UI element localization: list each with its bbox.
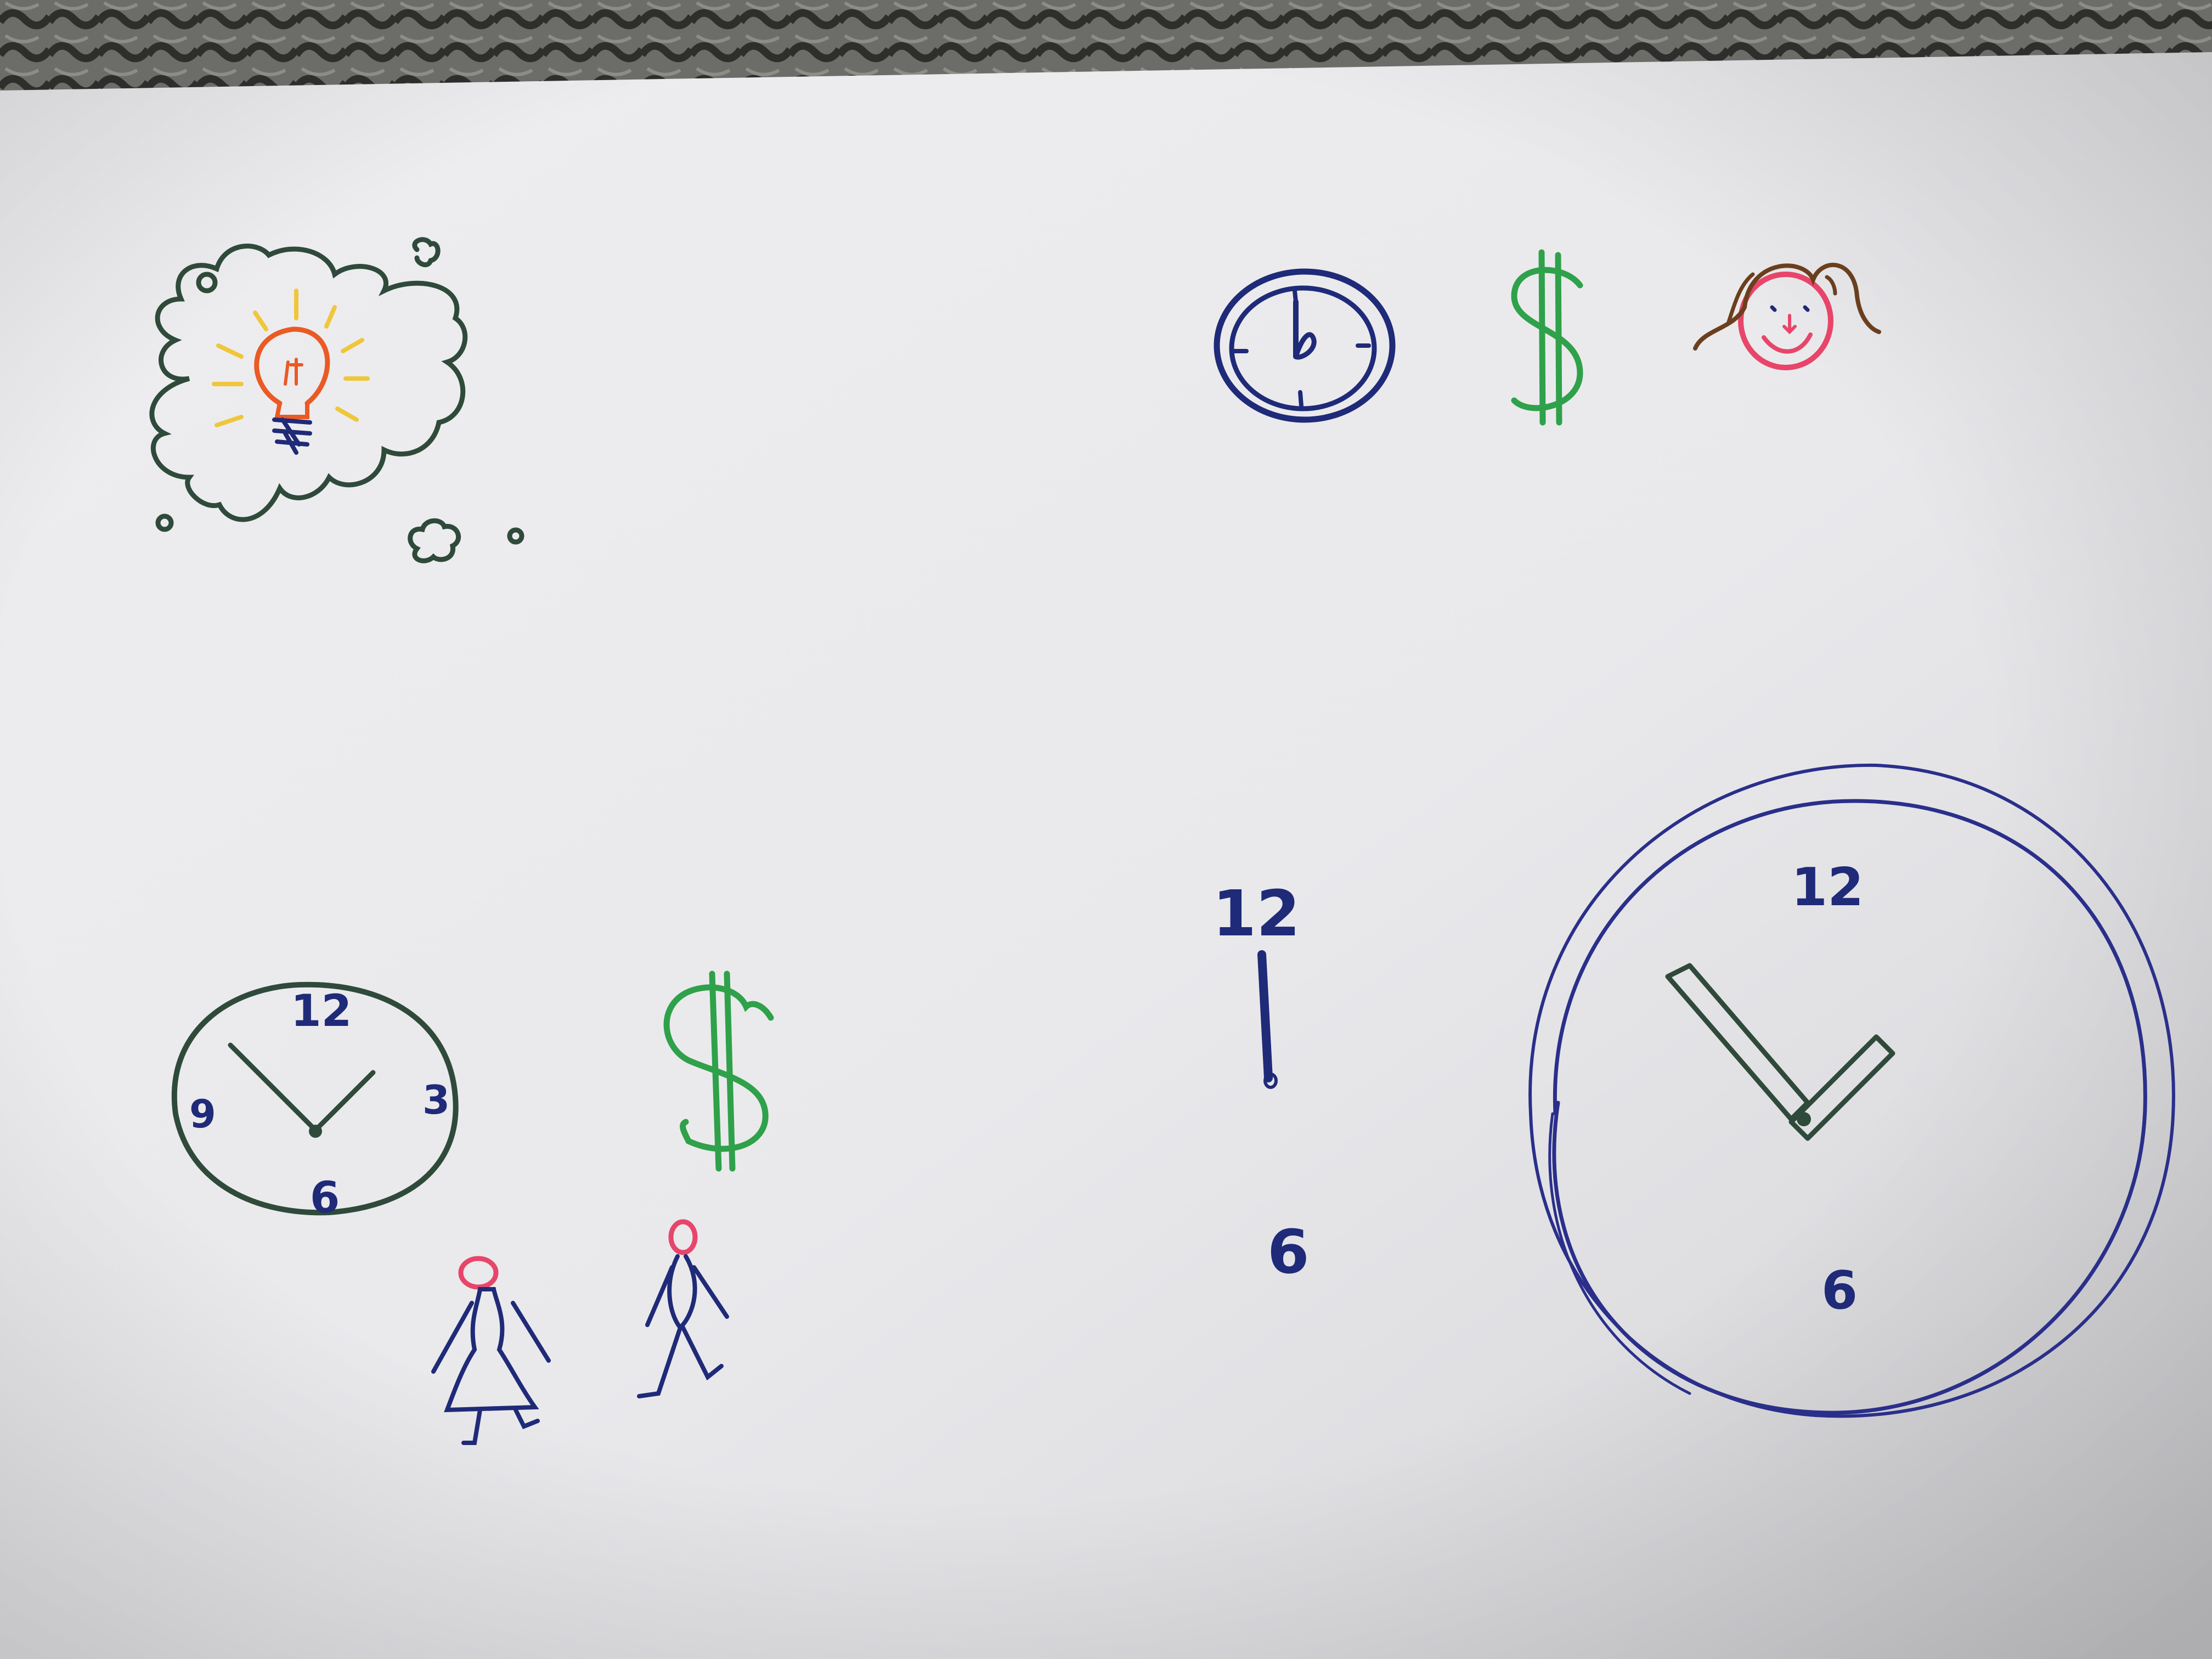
large-clock-label-6: 6 — [1821, 1261, 1858, 1321]
dial-label-12: 12 — [1212, 877, 1300, 951]
clock-label-3: 3 — [422, 1077, 450, 1123]
clock-label-9: 9 — [189, 1092, 216, 1137]
dial-label-6: 6 — [1267, 1217, 1310, 1287]
large-clock-label-12: 12 — [1791, 857, 1864, 918]
clock-label-12: 12 — [291, 985, 352, 1036]
paper-shading — [0, 52, 2212, 1659]
drawing-photo: 12 3 6 9 12 6 12 6 — [0, 0, 2212, 1659]
clock-label-6: 6 — [310, 1173, 340, 1223]
